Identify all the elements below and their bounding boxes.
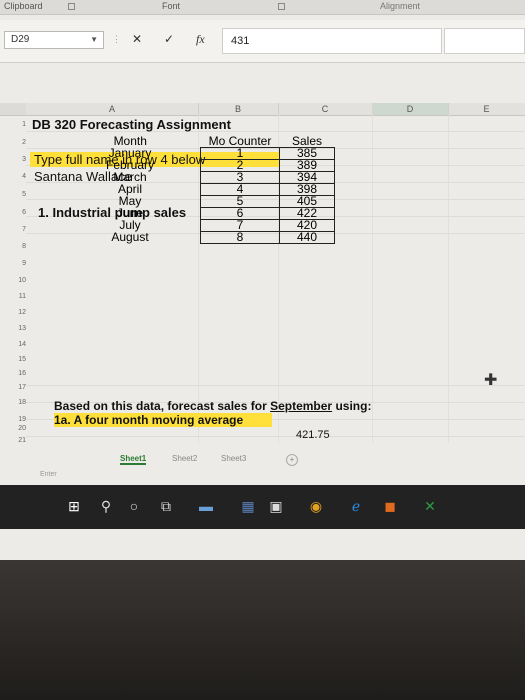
cell-month[interactable]: August <box>60 231 201 244</box>
chrome-icon[interactable]: ◉ <box>306 498 326 515</box>
question-cell[interactable]: Based on this data, forecast sales for S… <box>54 399 371 413</box>
row-header[interactable]: 7 <box>12 226 26 233</box>
table-header-row: Month Mo Counter Sales <box>60 135 335 148</box>
column-header-d[interactable]: D <box>372 103 449 115</box>
cell-sales[interactable]: 440 <box>279 231 335 244</box>
formula-bar-extension <box>444 28 525 54</box>
clipboard-launcher-icon[interactable] <box>68 3 75 10</box>
cancel-icon[interactable]: ✕ <box>132 32 142 46</box>
table-row: April 4 398 <box>60 183 335 196</box>
row-header[interactable]: 21 <box>12 437 26 444</box>
row-header[interactable]: 1 <box>12 121 26 128</box>
tab-sheet3[interactable]: Sheet3 <box>221 454 246 463</box>
column-headers: A B C D E <box>26 103 525 116</box>
row-header[interactable]: 10 <box>12 277 26 284</box>
formula-input[interactable]: 431 <box>222 28 442 54</box>
table-row: March 3 394 <box>60 171 335 184</box>
enter-icon[interactable]: ✓ <box>164 32 174 46</box>
table-row: May 5 405 <box>60 195 335 208</box>
table-row: January 1 385 <box>60 147 335 160</box>
sheet-tabs: Sheet1 Sheet2 Sheet3 + <box>0 452 525 470</box>
gridline <box>26 385 525 386</box>
question-suffix: using: <box>332 399 372 413</box>
table-row: June 6 422 <box>60 207 335 220</box>
excel-window: Clipboard Font Alignment D29 ▼ ⋮ ✕ ✓ fx … <box>0 0 525 560</box>
answer-cell[interactable]: 421.75 <box>296 429 330 441</box>
table-row: August 8 440 <box>60 231 335 244</box>
office-icon[interactable]: ◼ <box>380 498 400 515</box>
cortana-icon[interactable]: ○ <box>124 498 144 514</box>
formula-bar: D29 ▼ ⋮ ✕ ✓ fx 431 <box>0 20 525 63</box>
status-mode: Enter <box>40 471 57 478</box>
tab-sheet2[interactable]: Sheet2 <box>172 454 197 463</box>
row-header[interactable]: 8 <box>12 243 26 250</box>
excel-icon[interactable]: ✕ <box>420 498 440 515</box>
column-header-b[interactable]: B <box>198 103 279 115</box>
row-header[interactable]: 11 <box>12 293 26 300</box>
store-icon[interactable]: ▣ <box>266 498 286 515</box>
ribbon-group-alignment: Alignment <box>380 1 421 11</box>
name-box-value: D29 <box>11 34 30 45</box>
add-sheet-icon[interactable]: + <box>286 454 298 466</box>
file-explorer-icon[interactable]: ▬ <box>196 498 216 514</box>
column-header-c[interactable]: C <box>278 103 373 115</box>
row-header[interactable]: 20 <box>12 425 26 432</box>
question-month: September <box>270 399 333 413</box>
column-header-a[interactable]: A <box>26 103 199 115</box>
row-header[interactable]: 18 <box>12 399 26 406</box>
table-row: July 7 420 <box>60 219 335 232</box>
name-box[interactable]: D29 ▼ <box>4 31 104 49</box>
sales-table: Month Mo Counter Sales January 1 385 Feb… <box>60 135 335 244</box>
sheet-title[interactable]: DB 320 Forecasting Assignment <box>32 117 231 132</box>
row-header[interactable]: 13 <box>12 325 26 332</box>
row-header[interactable]: 12 <box>12 309 26 316</box>
ribbon-group-font: Font <box>162 1 181 11</box>
taskbar: ⊞ ⚲ ○ ⧉ ▬ ▦ ▣ ◉ ℯ ◼ ✕ <box>0 485 525 529</box>
tab-sheet1[interactable]: Sheet1 <box>120 454 147 465</box>
calendar-icon[interactable]: ▦ <box>238 498 258 515</box>
row-header[interactable]: 6 <box>12 209 26 216</box>
cell-counter[interactable]: 8 <box>200 231 280 244</box>
drag-handle-icon[interactable]: ⋮ <box>112 34 121 45</box>
windows-start-icon[interactable]: ⊞ <box>64 498 84 515</box>
insert-function-icon[interactable]: fx <box>196 32 205 47</box>
edge-icon[interactable]: ℯ <box>346 498 366 515</box>
row-header[interactable]: 15 <box>12 356 26 363</box>
row-header[interactable]: 5 <box>12 191 26 198</box>
row-header[interactable]: 2 <box>12 139 26 146</box>
select-all-corner[interactable] <box>0 103 26 116</box>
ribbon-group-labels: Clipboard Font Alignment <box>0 0 525 15</box>
row-header[interactable]: 4 <box>12 173 26 180</box>
chevron-down-icon[interactable]: ▼ <box>90 32 98 48</box>
gridline <box>26 436 525 437</box>
row-header[interactable]: 3 <box>12 156 26 163</box>
row-header[interactable]: 16 <box>12 370 26 377</box>
row-header[interactable]: 17 <box>12 384 26 391</box>
question-prefix: Based on this data, forecast sales for <box>54 399 271 413</box>
row-header[interactable]: 19 <box>12 416 26 423</box>
ribbon-group-clipboard: Clipboard <box>4 1 43 11</box>
screen-bezel <box>0 560 525 700</box>
search-icon[interactable]: ⚲ <box>96 498 116 515</box>
font-launcher-icon[interactable] <box>278 3 285 10</box>
task-view-icon[interactable]: ⧉ <box>156 498 176 515</box>
cell-cursor-icon: ✚ <box>484 372 498 389</box>
row-header[interactable]: 9 <box>12 260 26 267</box>
row-header[interactable]: 14 <box>12 341 26 348</box>
column-header-e[interactable]: E <box>448 103 525 115</box>
table-row: February 2 389 <box>60 159 335 172</box>
subquestion-cell[interactable]: 1a. A four month moving average <box>54 413 272 427</box>
